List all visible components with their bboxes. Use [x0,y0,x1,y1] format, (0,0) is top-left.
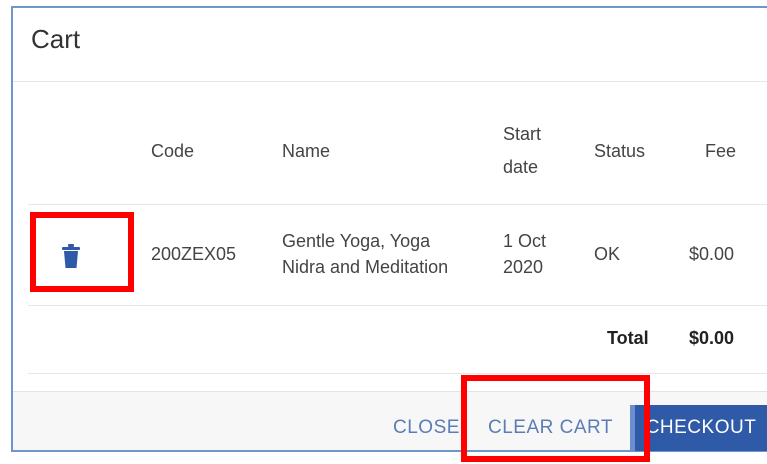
header-divider [28,204,767,205]
total-divider [28,373,767,374]
title-divider [13,81,767,82]
checkout-button[interactable]: CHECKOUT [630,405,767,451]
header-start-date-line2: date [503,157,539,177]
highlight-clear-cart [461,375,650,462]
row-start-line2: 2020 [503,257,544,277]
header-code: Code [151,141,195,161]
row-code: 200ZEX05 [151,244,237,264]
row-status: OK [594,244,621,264]
row-fee: $0.00 [689,244,735,264]
total-label: Total [607,328,649,348]
close-button[interactable]: CLOSE [393,417,460,439]
header-start-date-line1: Start [503,124,542,144]
header-fee: Fee [705,141,737,161]
header-status: Status [594,141,646,161]
row-name-line2: Nidra and Meditation [282,257,449,277]
row-divider [28,305,767,306]
row-name-line1: Gentle Yoga, Yoga [282,231,431,251]
dialog-title: Cart [31,24,81,54]
highlight-delete [30,212,134,292]
row-start-line1: 1 Oct [503,231,547,251]
total-value: $0.00 [689,328,735,348]
header-name: Name [282,141,331,161]
